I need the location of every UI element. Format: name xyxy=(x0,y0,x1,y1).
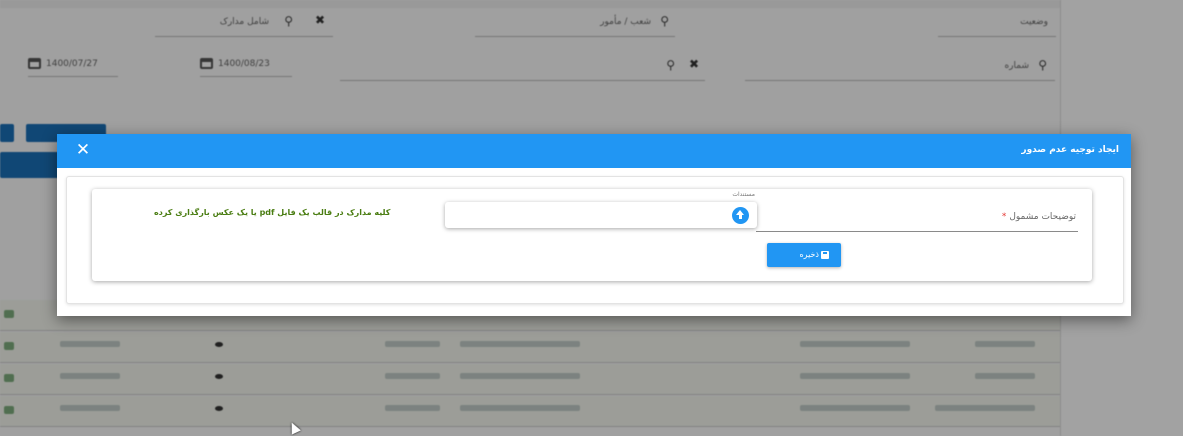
upload-icon[interactable] xyxy=(732,207,749,224)
upload-note: کلیه مدارک در قالب یک فایل pdf یا یک عکس… xyxy=(154,208,391,217)
dialog-header: ✕ ایجاد توجیه عدم صدور xyxy=(57,134,1131,168)
description-label: توضیحات مشمول* xyxy=(1002,212,1076,222)
form-card: توضیحات مشمول* مستندات کلیه مدارک در قال… xyxy=(92,189,1092,281)
dialog-title: ایجاد توجیه عدم صدور xyxy=(1021,145,1119,155)
dialog: ✕ ایجاد توجیه عدم صدور توضیحات مشمول* مس… xyxy=(57,134,1131,316)
description-field[interactable]: توضیحات مشمول* xyxy=(756,207,1078,232)
save-button[interactable]: ذخیره xyxy=(767,243,841,267)
save-button-label: ذخیره xyxy=(799,250,819,259)
save-icon xyxy=(821,251,829,259)
description-label-text: توضیحات مشمول xyxy=(1009,212,1076,222)
required-mark: * xyxy=(1001,212,1007,222)
close-icon[interactable]: ✕ xyxy=(73,140,93,160)
file-upload-caption: مستندات xyxy=(732,191,755,198)
dialog-body: توضیحات مشمول* مستندات کلیه مدارک در قال… xyxy=(66,176,1124,304)
file-upload-field[interactable]: مستندات xyxy=(445,191,757,228)
